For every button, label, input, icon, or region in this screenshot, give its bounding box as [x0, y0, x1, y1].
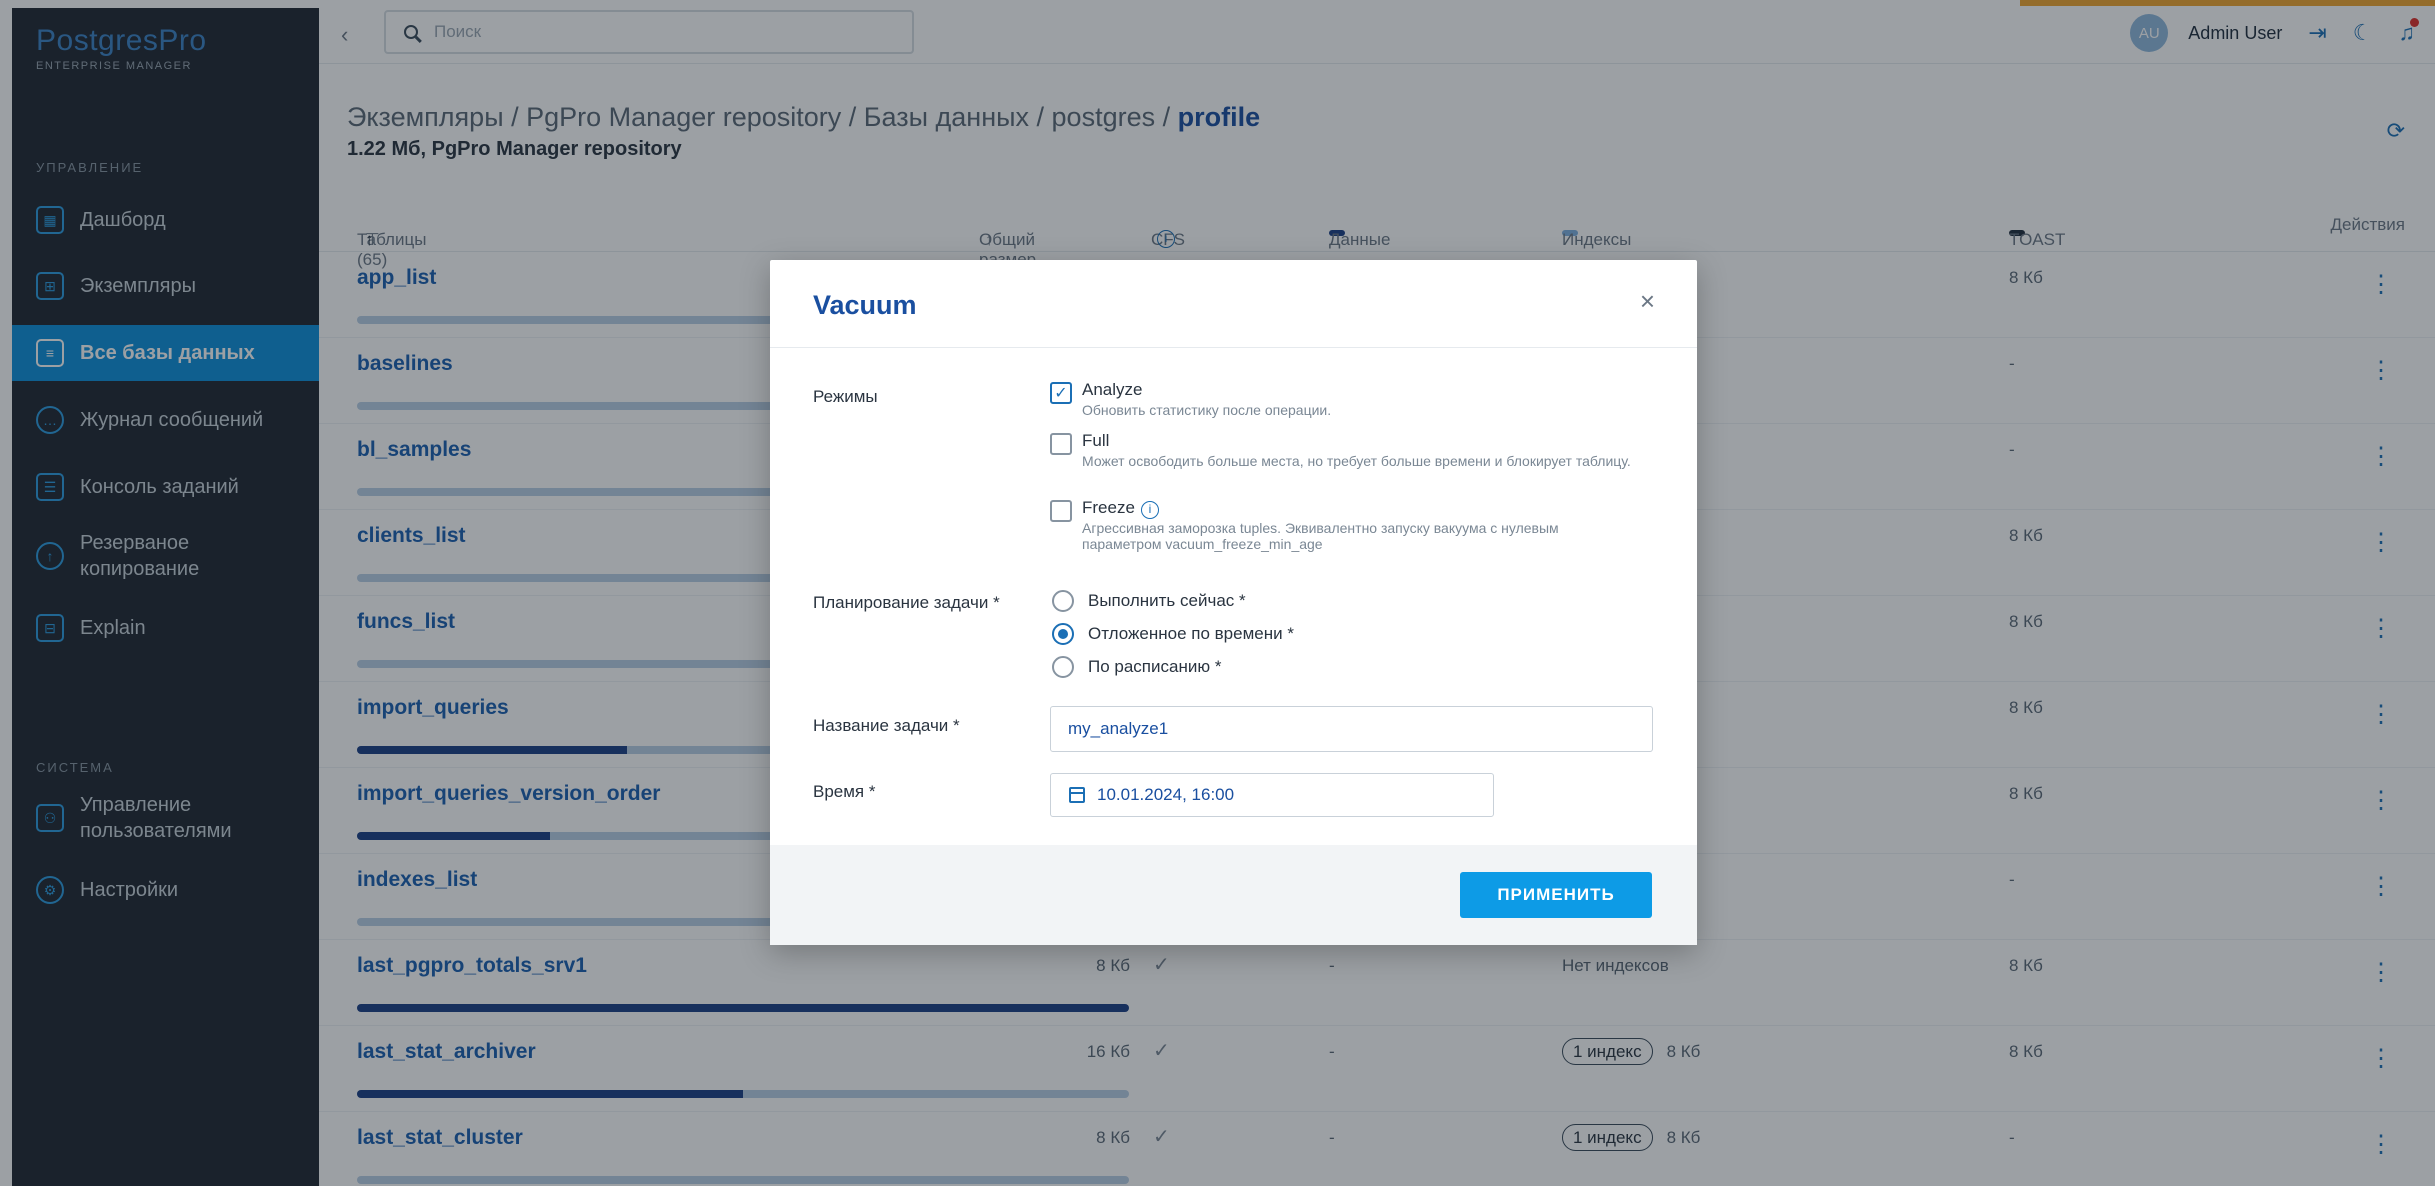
- radio-schedule-label[interactable]: По расписанию *: [1088, 657, 1221, 677]
- schedule-label: Планирование задачи *: [813, 593, 1000, 612]
- freeze-title-row: Freeze i: [1082, 498, 1159, 519]
- time-label: Время *: [813, 782, 876, 801]
- time-picker[interactable]: 10.01.2024, 16:00: [1050, 773, 1494, 817]
- radio-schedule[interactable]: [1052, 656, 1074, 678]
- radio-delayed-label[interactable]: Отложенное по времени *: [1088, 624, 1294, 644]
- analyze-description: Обновить статистику после операции.: [1082, 402, 1332, 418]
- dialog-title: Vacuum: [813, 290, 917, 320]
- vacuum-dialog: Vacuum × Режимы ✓ Analyze Обновить стати…: [770, 260, 1697, 945]
- apply-button[interactable]: ПРИМЕНИТЬ: [1460, 872, 1652, 918]
- info-icon[interactable]: i: [1140, 501, 1159, 519]
- check-icon: ✓: [1054, 385, 1068, 402]
- freeze-description: Агрессивная заморозка tuples. Эквивалент…: [1082, 520, 1559, 552]
- radio-run-now-label[interactable]: Выполнить сейчас *: [1088, 591, 1246, 611]
- dialog-footer: ПРИМЕНИТЬ: [770, 845, 1697, 945]
- analyze-title: Analyze: [1082, 380, 1143, 399]
- radio-run-now[interactable]: [1052, 590, 1074, 612]
- full-description: Может освободить больше места, но требуе…: [1082, 453, 1631, 469]
- time-value: 10.01.2024, 16:00: [1097, 785, 1235, 804]
- calendar-icon: [1069, 787, 1085, 803]
- close-icon[interactable]: ×: [1640, 286, 1655, 317]
- full-title: Full: [1082, 431, 1110, 450]
- full-checkbox[interactable]: [1050, 433, 1072, 455]
- freeze-checkbox[interactable]: [1050, 500, 1072, 522]
- task-name-label: Название задачи *: [813, 716, 960, 735]
- analyze-checkbox[interactable]: ✓: [1050, 382, 1072, 404]
- radio-delayed[interactable]: [1052, 623, 1074, 645]
- dialog-header: Vacuum ×: [770, 260, 1697, 348]
- task-name-input[interactable]: [1050, 706, 1653, 752]
- freeze-title: Freeze: [1082, 498, 1135, 517]
- modes-label: Режимы: [813, 387, 878, 406]
